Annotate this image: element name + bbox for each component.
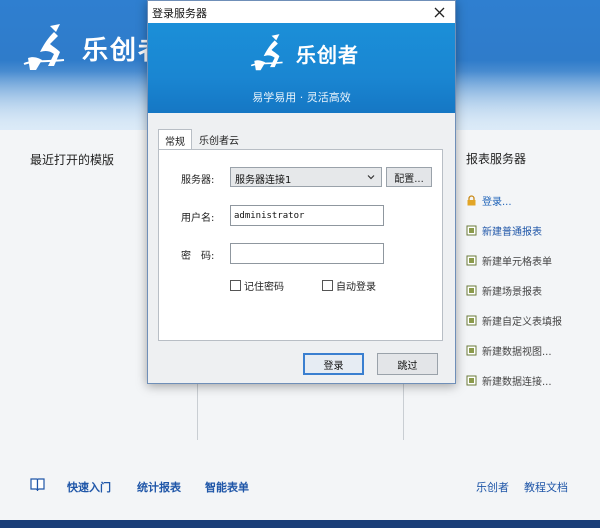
right-item-label: 新建自定义表填报 <box>482 316 562 328</box>
right-item-label: 登录... <box>482 196 512 208</box>
server-label: 服务器: <box>181 175 215 186</box>
right-item-new-cell-form[interactable]: 新建单元格表单 <box>466 245 600 275</box>
right-item-new-normal-report[interactable]: 新建普通报表 <box>466 215 600 245</box>
right-item-label: 新建普通报表 <box>482 226 542 238</box>
dialog-titlebar[interactable]: 登录服务器 <box>148 1 455 23</box>
login-dialog: 登录服务器 乐创者 易学易用 · 灵活高效 常规 乐创者云 服务器: 服务器连接… <box>147 0 456 384</box>
password-input[interactable] <box>230 243 384 264</box>
app-footer: 快速入门 统计报表 智能表单 乐创者 教程文档 <box>0 476 600 496</box>
report-icon <box>466 285 477 295</box>
right-item-new-data-connection[interactable]: 新建数据连接... <box>466 365 600 395</box>
brand-link[interactable]: 乐创者 <box>476 479 509 495</box>
right-item-label: 新建单元格表单 <box>482 256 552 268</box>
smart-form-link[interactable]: 智能表单 <box>205 479 249 495</box>
runner-logo-icon <box>23 24 65 70</box>
checkbox-box <box>230 280 241 291</box>
dialog-title: 登录服务器 <box>152 7 207 20</box>
close-button[interactable] <box>429 2 449 22</box>
dialog-banner: 乐创者 易学易用 · 灵活高效 <box>148 23 455 113</box>
lock-icon <box>467 194 476 205</box>
right-item-new-custom-fill-report[interactable]: 新建自定义表填报 <box>466 305 600 335</box>
report-icon <box>466 345 477 355</box>
stat-report-link[interactable]: 统计报表 <box>137 479 181 495</box>
dialog-brand-text: 乐创者 <box>296 42 359 67</box>
skip-button[interactable]: 跳过 <box>377 353 438 375</box>
username-input[interactable] <box>230 205 384 226</box>
auto-login-checkbox[interactable]: 自动登录 <box>322 278 376 293</box>
chevron-down-icon <box>367 175 375 180</box>
password-label: 密 码: <box>181 251 215 262</box>
tab-cloud[interactable]: 乐创者云 <box>192 129 246 149</box>
right-item-new-data-view[interactable]: 新建数据视图... <box>466 335 600 365</box>
server-select-value: 服务器连接1 <box>235 175 292 186</box>
right-item-label: 新建场景报表 <box>482 286 542 298</box>
server-select[interactable]: 服务器连接1 <box>230 167 382 187</box>
checkbox-box <box>322 280 333 291</box>
right-item-label: 新建数据视图... <box>482 346 552 358</box>
book-icon <box>30 478 45 491</box>
remember-password-label: 记住密码 <box>244 282 284 293</box>
remember-password-checkbox[interactable]: 记住密码 <box>230 278 284 293</box>
report-icon <box>466 375 477 385</box>
dialog-tabs: 常规 乐创者云 <box>158 129 246 150</box>
dialog-logo: 乐创者 <box>248 31 359 75</box>
auto-login-label: 自动登录 <box>336 282 376 293</box>
general-tab-panel: 服务器: 服务器连接1 配置... 用户名: 密 码: 记住密码 自动登录 <box>158 149 443 341</box>
bottom-bar <box>0 520 600 528</box>
right-item-login[interactable]: 登录... <box>466 185 600 215</box>
tab-general[interactable]: 常规 <box>158 129 192 150</box>
config-button[interactable]: 配置... <box>386 167 432 187</box>
right-item-label: 新建数据连接... <box>482 376 552 388</box>
recent-templates-title: 最近打开的模版 <box>30 153 115 167</box>
dialog-slogan: 易学易用 · 灵活高效 <box>252 91 351 104</box>
report-icon <box>466 315 477 325</box>
app-logo: 乐创者 <box>20 20 166 76</box>
login-button[interactable]: 登录 <box>303 353 364 375</box>
close-icon <box>434 7 444 17</box>
right-item-new-scene-report[interactable]: 新建场景报表 <box>466 275 600 305</box>
username-label: 用户名: <box>181 213 215 224</box>
report-icon <box>466 255 477 265</box>
runner-logo-icon <box>250 34 283 71</box>
report-icon <box>466 225 477 235</box>
quick-start-link[interactable]: 快速入门 <box>67 479 111 495</box>
report-server-title: 报表服务器 <box>466 152 527 166</box>
report-server-panel: 报表服务器 登录... 新建普通报表 新建单元格表单 新建场景报表 新建自定义表… <box>466 150 600 395</box>
tutorial-link[interactable]: 教程文档 <box>524 479 568 495</box>
